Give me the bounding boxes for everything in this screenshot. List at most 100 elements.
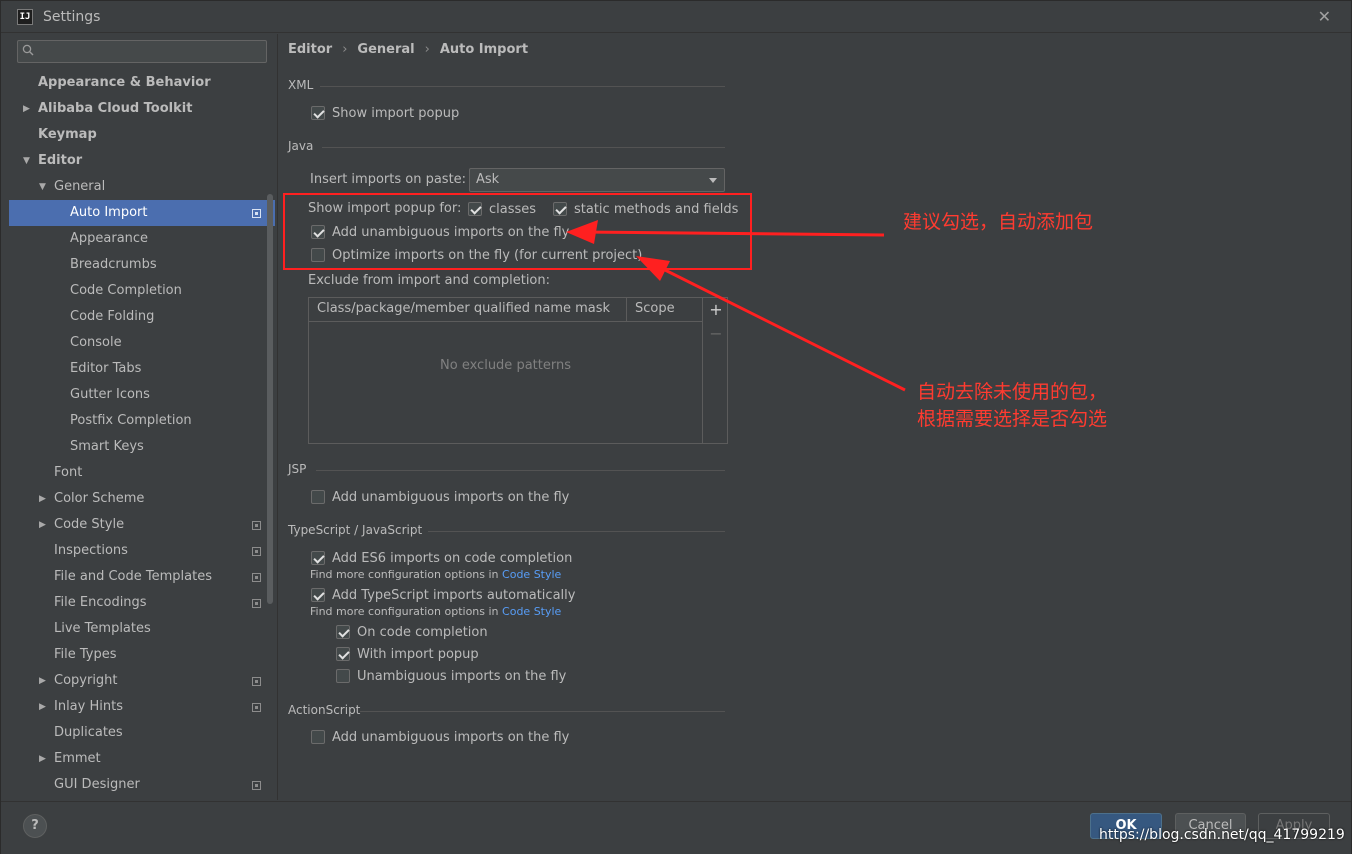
chevron-right-icon[interactable]: ▶ — [23, 96, 30, 122]
chevron-down-icon[interactable]: ▼ — [23, 148, 30, 174]
chevron-down-icon[interactable]: ▼ — [39, 174, 46, 200]
section-actionscript-title: ActionScript — [288, 703, 361, 717]
sidebar-item-label: Appearance — [70, 231, 149, 246]
sidebar-item-label: File Types — [54, 647, 117, 662]
sidebar-item-label: Emmet — [54, 751, 101, 766]
sidebar-item-file-encodings[interactable]: File Encodings — [9, 590, 275, 616]
code-style-link[interactable]: Code Style — [502, 605, 561, 618]
column-header-mask[interactable]: Class/package/member qualified name mask — [317, 301, 610, 316]
annotation-note-2-line-1: 自动去除未使用的包， — [917, 381, 1108, 403]
ts-with-popup-checkbox[interactable] — [336, 647, 350, 661]
ts-unambiguous-row: Unambiguous imports on the fly — [336, 666, 566, 686]
breadcrumb-editor: Editor — [288, 42, 333, 57]
jsp-add-unambiguous-label: Add unambiguous imports on the fly — [332, 489, 570, 505]
chevron-right-icon[interactable]: ▶ — [39, 512, 46, 538]
xml-show-import-popup-label: Show import popup — [332, 105, 460, 121]
sidebar-item-inspections[interactable]: Inspections — [9, 538, 275, 564]
chevron-right-icon[interactable]: ▶ — [39, 694, 46, 720]
settings-search[interactable] — [17, 40, 267, 63]
project-scope-icon — [252, 209, 261, 218]
add-icon[interactable]: + — [709, 302, 723, 318]
sidebar-item-editor[interactable]: ▼ Editor — [9, 148, 275, 174]
sidebar-item-label: Inspections — [54, 543, 128, 558]
code-style-link[interactable]: Code Style — [502, 568, 561, 581]
remove-icon[interactable]: − — [709, 326, 723, 342]
project-scope-icon — [252, 521, 261, 530]
sidebar-item-color-scheme[interactable]: ▶ Color Scheme — [9, 486, 275, 512]
sidebar-item-gui-designer[interactable]: GUI Designer — [9, 772, 275, 798]
exclude-table: Class/package/member qualified name mask… — [308, 297, 728, 444]
sidebar-item-breadcrumbs[interactable]: Breadcrumbs — [9, 252, 275, 278]
sidebar-item-label: Inlay Hints — [54, 699, 123, 714]
insert-imports-select[interactable]: Ask — [469, 168, 725, 192]
sidebar-item-appearance[interactable]: Appearance — [9, 226, 275, 252]
chevron-right-icon[interactable]: ▶ — [39, 668, 46, 694]
sidebar-item-appearance-behavior[interactable]: Appearance & Behavior — [9, 70, 275, 96]
ts-add-ts-checkbox[interactable] — [311, 588, 325, 602]
sidebar-item-label: Alibaba Cloud Toolkit — [38, 101, 193, 116]
jsp-add-unambiguous-checkbox[interactable] — [311, 490, 325, 504]
chevron-down-icon — [709, 178, 717, 183]
sidebar-item-label: Gutter Icons — [70, 387, 150, 402]
sidebar-item-console[interactable]: Console — [9, 330, 275, 356]
jsp-add-unambiguous-row: Add unambiguous imports on the fly — [311, 487, 569, 507]
as-add-unambiguous-row: Add unambiguous imports on the fly — [311, 727, 569, 747]
project-scope-icon — [252, 677, 261, 686]
close-icon[interactable]: ✕ — [1318, 7, 1331, 26]
exclude-label: Exclude from import and completion: — [308, 273, 550, 288]
section-divider — [360, 711, 725, 712]
section-divider — [320, 86, 725, 87]
search-input[interactable] — [40, 43, 260, 60]
sidebar-item-code-style[interactable]: ▶ Code Style — [9, 512, 275, 538]
ts-add-ts-label: Add TypeScript imports automatically — [332, 587, 576, 603]
sidebar-item-postfix-completion[interactable]: Postfix Completion — [9, 408, 275, 434]
xml-show-import-popup-checkbox[interactable] — [311, 106, 325, 120]
sidebar-item-live-templates[interactable]: Live Templates — [9, 616, 275, 642]
section-divider — [322, 147, 725, 148]
ts-with-popup-row: With import popup — [336, 644, 479, 664]
help-button[interactable]: ? — [23, 814, 47, 838]
breadcrumb-separator: › — [424, 42, 430, 57]
annotation-highlight-box — [283, 193, 752, 270]
sidebar-item-file-types[interactable]: File Types — [9, 642, 275, 668]
sidebar-item-copyright[interactable]: ▶ Copyright — [9, 668, 275, 694]
ts-add-ts-row: Add TypeScript imports automatically — [311, 585, 575, 605]
column-header-scope[interactable]: Scope — [635, 301, 675, 316]
sidebar-item-auto-import[interactable]: Auto Import — [9, 200, 275, 226]
as-add-unambiguous-checkbox[interactable] — [311, 730, 325, 744]
sidebar-item-editor-tabs[interactable]: Editor Tabs — [9, 356, 275, 382]
insert-imports-label: Insert imports on paste: — [310, 172, 467, 187]
sidebar-item-label: Duplicates — [54, 725, 123, 740]
ts-unambiguous-checkbox[interactable] — [336, 669, 350, 683]
chevron-right-icon[interactable]: ▶ — [39, 746, 46, 772]
sidebar-item-keymap[interactable]: Keymap — [9, 122, 275, 148]
ts-add-es6-checkbox[interactable] — [311, 551, 325, 565]
sidebar-item-label: Code Folding — [70, 309, 155, 324]
sidebar-item-file-and-code-templates[interactable]: File and Code Templates — [9, 564, 275, 590]
chevron-right-icon[interactable]: ▶ — [39, 486, 46, 512]
sidebar-item-alibaba-cloud-toolkit[interactable]: ▶ Alibaba Cloud Toolkit — [9, 96, 275, 122]
sidebar-item-smart-keys[interactable]: Smart Keys — [9, 434, 275, 460]
xml-show-import-popup-row: Show import popup — [311, 103, 459, 123]
section-divider — [316, 470, 725, 471]
sidebar-item-code-folding[interactable]: Code Folding — [9, 304, 275, 330]
project-scope-icon — [252, 573, 261, 582]
sidebar-item-label: Breadcrumbs — [70, 257, 157, 272]
sidebar-item-general[interactable]: ▼ General — [9, 174, 275, 200]
ts-ts-hint: Find more configuration options in Code … — [310, 605, 561, 618]
sidebar-item-code-completion[interactable]: Code Completion — [9, 278, 275, 304]
ts-on-completion-row: On code completion — [336, 622, 488, 642]
sidebar-item-gutter-icons[interactable]: Gutter Icons — [9, 382, 275, 408]
sidebar-item-inlay-hints[interactable]: ▶ Inlay Hints — [9, 694, 275, 720]
sidebar-item-label: Console — [70, 335, 122, 350]
sidebar-item-emmet[interactable]: ▶ Emmet — [9, 746, 275, 772]
sidebar-scrollbar[interactable] — [267, 194, 273, 604]
sidebar-item-duplicates[interactable]: Duplicates — [9, 720, 275, 746]
sidebar-item-font[interactable]: Font — [9, 460, 275, 486]
settings-window: IJ Settings ✕ Appearance & Behavior ▶ Alib… — [0, 0, 1352, 854]
sidebar-item-label: Color Scheme — [54, 491, 145, 506]
section-xml-title: XML — [288, 78, 314, 92]
annotation-note-1: 建议勾选，自动添加包 — [903, 211, 1094, 233]
sidebar-item-label: General — [54, 179, 106, 194]
ts-on-completion-checkbox[interactable] — [336, 625, 350, 639]
